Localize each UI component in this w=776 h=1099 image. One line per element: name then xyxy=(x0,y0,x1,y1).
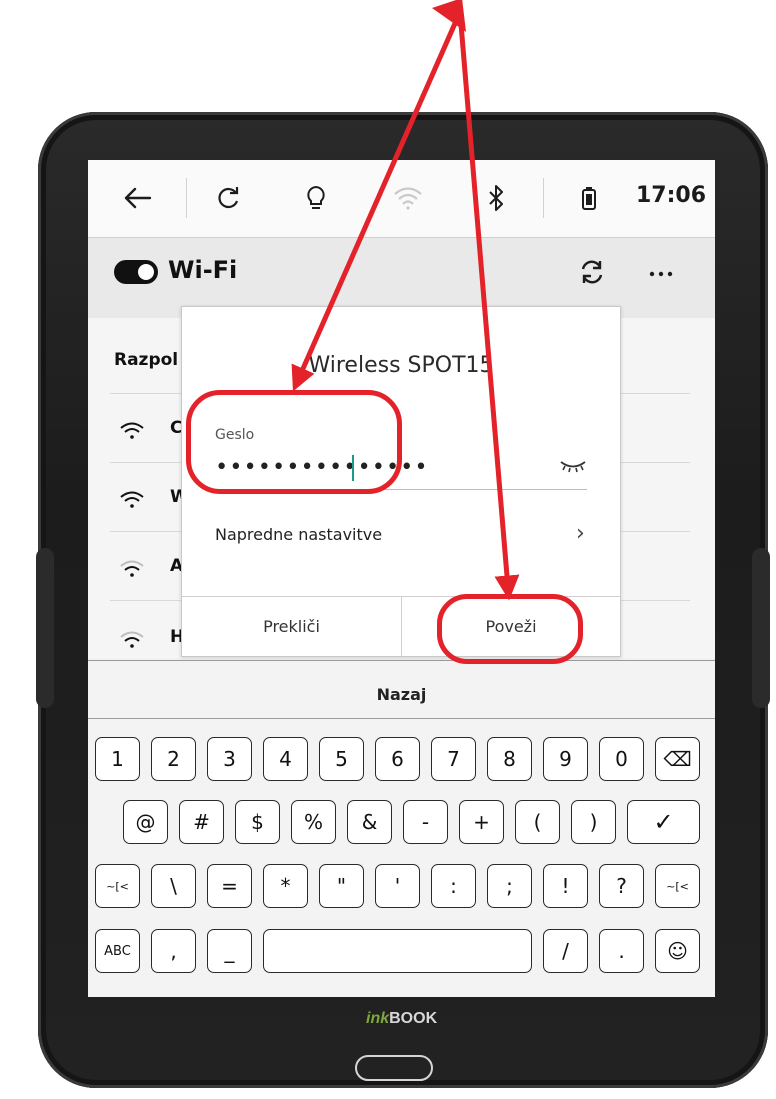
lightbulb-icon[interactable] xyxy=(298,180,334,216)
device-brand-logo: inkBOOK xyxy=(366,1010,438,1027)
back-arrow-icon[interactable] xyxy=(118,180,158,216)
divider xyxy=(543,178,544,218)
key-6[interactable]: 6 xyxy=(375,737,420,781)
wifi-icon xyxy=(120,560,144,578)
key-ampersand[interactable]: & xyxy=(347,800,392,844)
dialog-title: Wireless SPOT15 xyxy=(308,353,494,378)
page-turn-button-left[interactable] xyxy=(36,548,54,708)
key-slash[interactable]: / xyxy=(543,929,588,973)
key-2[interactable]: 2 xyxy=(151,737,196,781)
keyboard-back-button[interactable]: Nazaj xyxy=(88,685,715,704)
sync-icon[interactable] xyxy=(578,258,606,290)
key-paren-open[interactable]: ( xyxy=(515,800,560,844)
key-4[interactable]: 4 xyxy=(263,737,308,781)
divider xyxy=(186,178,187,218)
key-at[interactable]: @ xyxy=(123,800,168,844)
divider xyxy=(88,718,715,719)
abc-key[interactable]: ABC xyxy=(95,929,140,973)
key-semicolon[interactable]: ; xyxy=(487,864,532,908)
home-button[interactable] xyxy=(355,1055,433,1081)
emoji-key[interactable]: ☺ xyxy=(655,929,700,973)
key-asterisk[interactable]: * xyxy=(263,864,308,908)
wifi-icon xyxy=(120,491,144,509)
wifi-title: Wi-Fi xyxy=(168,256,238,284)
key-percent[interactable]: % xyxy=(291,800,336,844)
wifi-icon xyxy=(120,422,144,440)
key-question[interactable]: ? xyxy=(599,864,644,908)
key-paren-close[interactable]: ) xyxy=(571,800,616,844)
password-highlight xyxy=(186,390,402,494)
show-password-icon[interactable] xyxy=(558,457,588,475)
key-hash[interactable]: # xyxy=(179,800,224,844)
symbols-key[interactable]: ~[< xyxy=(95,864,140,908)
key-backslash[interactable]: \ xyxy=(151,864,196,908)
cancel-button[interactable]: Prekliči xyxy=(182,597,401,656)
key-3[interactable]: 3 xyxy=(207,737,252,781)
advanced-settings-link[interactable]: Napredne nastavitve xyxy=(215,525,382,544)
key-comma[interactable]: , xyxy=(151,929,196,973)
space-key[interactable] xyxy=(263,929,532,973)
wifi-icon[interactable] xyxy=(388,180,428,216)
key-5[interactable]: 5 xyxy=(319,737,364,781)
key-9[interactable]: 9 xyxy=(543,737,588,781)
key-single-quote[interactable]: ' xyxy=(375,864,420,908)
status-bar: 17:06 xyxy=(88,160,715,238)
chevron-right-icon: › xyxy=(576,521,585,546)
wifi-toggle[interactable] xyxy=(114,260,158,284)
clock-time: 17:06 xyxy=(636,183,707,208)
key-0[interactable]: 0 xyxy=(599,737,644,781)
device-screen: 17:06 Wi-Fi Razpol C W A H Wireless SPOT… xyxy=(88,160,715,997)
key-period[interactable]: . xyxy=(599,929,644,973)
bluetooth-icon[interactable] xyxy=(478,180,514,216)
annotation-arrowhead xyxy=(432,0,466,32)
done-key[interactable]: ✓ xyxy=(627,800,700,844)
key-1[interactable]: 1 xyxy=(95,737,140,781)
connect-highlight xyxy=(437,594,583,664)
key-7[interactable]: 7 xyxy=(431,737,476,781)
backspace-key[interactable]: ⌫ xyxy=(655,737,700,781)
key-equals[interactable]: = xyxy=(207,864,252,908)
key-double-quote[interactable]: " xyxy=(319,864,364,908)
refresh-icon[interactable] xyxy=(211,180,247,216)
key-colon[interactable]: : xyxy=(431,864,476,908)
key-exclamation[interactable]: ! xyxy=(543,864,588,908)
key-8[interactable]: 8 xyxy=(487,737,532,781)
symbols-key[interactable]: ~[< xyxy=(655,864,700,908)
more-icon[interactable] xyxy=(648,262,674,286)
wifi-icon xyxy=(120,631,144,649)
key-plus[interactable]: + xyxy=(459,800,504,844)
key-dollar[interactable]: $ xyxy=(235,800,280,844)
battery-icon xyxy=(574,180,604,216)
key-underscore[interactable]: _ xyxy=(207,929,252,973)
page-turn-button-right[interactable] xyxy=(752,548,770,708)
section-label: Razpol xyxy=(114,350,179,370)
key-minus[interactable]: - xyxy=(403,800,448,844)
